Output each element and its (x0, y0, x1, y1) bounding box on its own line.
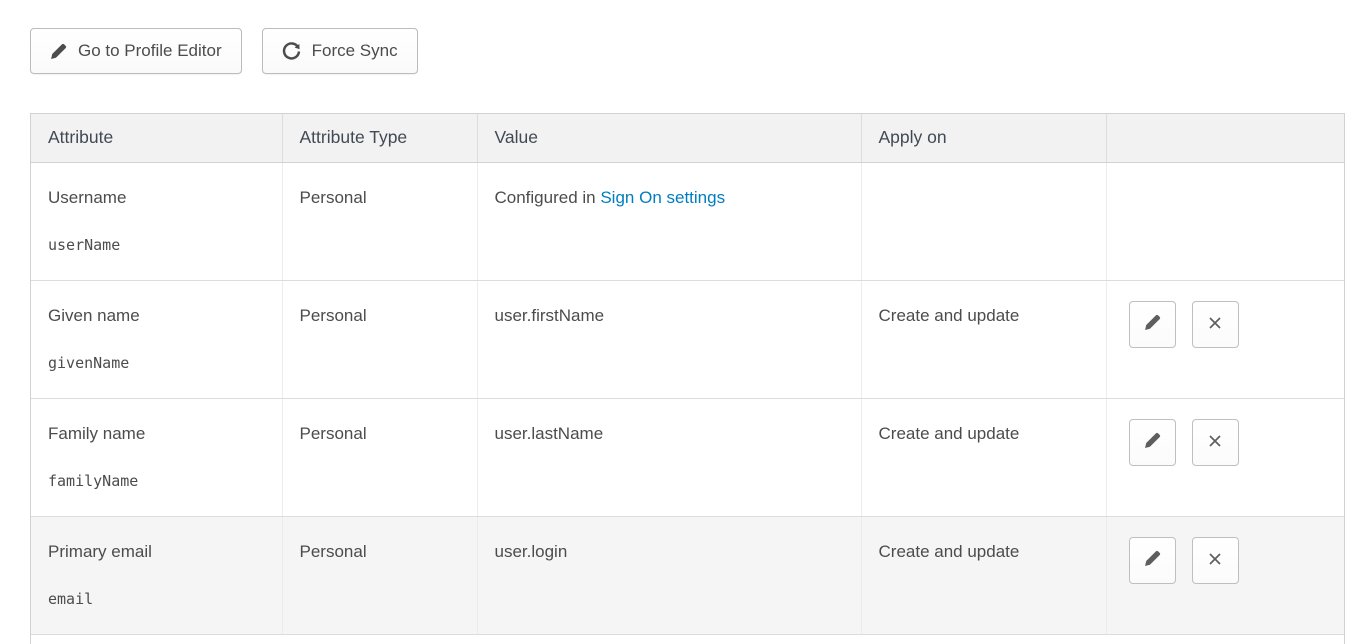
apply-on-cell: Create and update (861, 280, 1106, 398)
attribute-cell: Family name familyName (31, 398, 282, 516)
value-cell: user.login (477, 516, 861, 634)
attribute-cell: Given name givenName (31, 280, 282, 398)
attribute-variable: givenName (48, 352, 272, 374)
force-sync-button[interactable]: Force Sync (262, 28, 418, 74)
table-row-family-name: Family name familyName Personal user.las… (31, 398, 1344, 516)
attribute-type-cell: Personal (282, 516, 477, 634)
go-to-profile-editor-label: Go to Profile Editor (78, 41, 222, 61)
sign-on-settings-link[interactable]: Sign On settings (600, 188, 725, 207)
actions-cell (1106, 398, 1344, 516)
attribute-variable: familyName (48, 470, 272, 492)
header-actions (1106, 114, 1344, 162)
close-icon (1207, 315, 1223, 334)
apply-on-cell: Create and update (861, 398, 1106, 516)
pencil-icon (50, 43, 67, 60)
value-cell: user.firstName (477, 280, 861, 398)
attribute-variable: userName (48, 234, 272, 256)
delete-attribute-button[interactable] (1192, 419, 1239, 466)
delete-attribute-button[interactable] (1192, 301, 1239, 348)
pencil-icon (1144, 432, 1161, 452)
value-prefix-text: Configured in (495, 188, 601, 207)
actions-cell (1106, 280, 1344, 398)
pencil-icon (1144, 314, 1161, 334)
attribute-label: Primary email (48, 541, 272, 563)
table-row-empty (31, 634, 1344, 644)
header-apply-on: Apply on (861, 114, 1106, 162)
table-row-username: Username userName Personal Configured in… (31, 162, 1344, 280)
attribute-label: Family name (48, 423, 272, 445)
empty-cell (31, 634, 1344, 644)
delete-attribute-button[interactable] (1192, 537, 1239, 584)
attribute-mappings-table: Attribute Attribute Type Value Apply on … (31, 114, 1344, 644)
actions-cell (1106, 516, 1344, 634)
header-attribute-type: Attribute Type (282, 114, 477, 162)
toolbar: Go to Profile Editor Force Sync (30, 28, 1370, 74)
attribute-cell: Primary email email (31, 516, 282, 634)
attribute-type-cell: Personal (282, 162, 477, 280)
pencil-icon (1144, 550, 1161, 570)
edit-attribute-button[interactable] (1129, 537, 1176, 584)
table-header: Attribute Attribute Type Value Apply on (31, 114, 1344, 162)
force-sync-label: Force Sync (312, 41, 398, 61)
attribute-type-cell: Personal (282, 398, 477, 516)
header-value: Value (477, 114, 861, 162)
close-icon (1207, 433, 1223, 452)
edit-attribute-button[interactable] (1129, 301, 1176, 348)
apply-on-cell: Create and update (861, 516, 1106, 634)
apply-on-cell (861, 162, 1106, 280)
go-to-profile-editor-button[interactable]: Go to Profile Editor (30, 28, 242, 74)
edit-attribute-button[interactable] (1129, 419, 1176, 466)
attribute-mappings-table-container: Attribute Attribute Type Value Apply on … (30, 113, 1345, 644)
table-row-primary-email: Primary email email Personal user.login … (31, 516, 1344, 634)
refresh-icon (282, 42, 301, 61)
table-row-given-name: Given name givenName Personal user.first… (31, 280, 1344, 398)
value-cell: Configured in Sign On settings (477, 162, 861, 280)
actions-cell (1106, 162, 1344, 280)
attribute-type-cell: Personal (282, 280, 477, 398)
header-attribute: Attribute (31, 114, 282, 162)
attribute-cell: Username userName (31, 162, 282, 280)
attribute-label: Given name (48, 305, 272, 327)
attribute-label: Username (48, 187, 272, 209)
attribute-variable: email (48, 588, 272, 610)
value-cell: user.lastName (477, 398, 861, 516)
close-icon (1207, 551, 1223, 570)
